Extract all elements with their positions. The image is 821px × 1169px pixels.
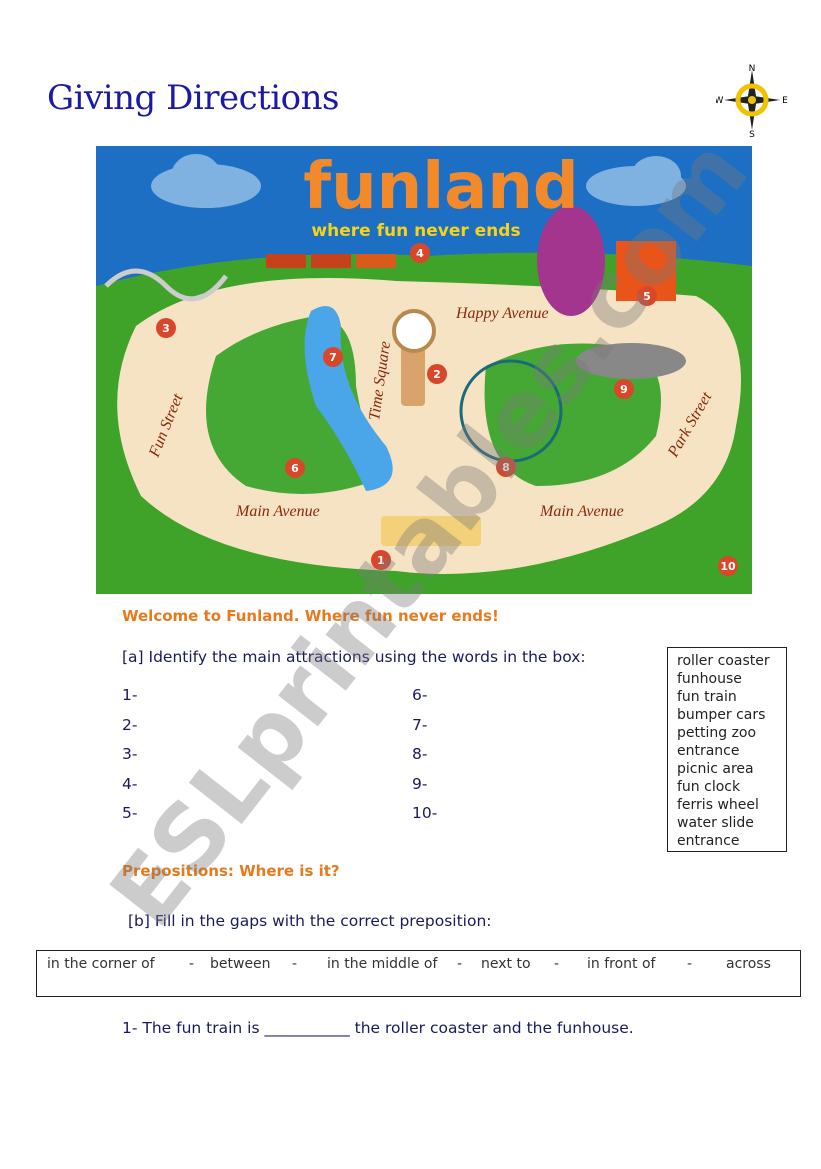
marker-9: 9 — [614, 379, 634, 399]
answer-right-4: 9- — [412, 774, 428, 793]
entrance-gate — [381, 516, 481, 546]
svg-text:2: 2 — [433, 368, 441, 381]
preposition-option: between — [210, 956, 271, 972]
svg-text:6: 6 — [291, 462, 299, 475]
answer-right-2: 7- — [412, 715, 428, 734]
answer-left-1: 1- — [122, 686, 138, 704]
marker-6: 6 — [285, 458, 305, 478]
svg-text:3: 3 — [162, 322, 170, 335]
svg-text:8: 8 — [502, 461, 510, 474]
word-box-item: water slide — [677, 815, 754, 831]
fun-train — [266, 254, 396, 268]
svg-text:1: 1 — [377, 554, 385, 567]
word-box-item: fun clock — [677, 779, 741, 795]
marker-7: 7 — [323, 347, 343, 367]
svg-text:7: 7 — [329, 351, 337, 364]
preposition-option: next to — [481, 956, 531, 972]
word-box: roller coaster funhouse fun train bumper ca… — [667, 647, 787, 852]
word-box-item: roller coaster — [677, 653, 770, 669]
preposition-box: in the corner of - between - in the middle o… — [36, 950, 801, 997]
answer-left-2: 2- — [122, 715, 138, 734]
prepositions-heading: Prepositions: Where is it? — [122, 862, 340, 880]
compass-rose-icon: N S E W — [716, 64, 788, 138]
word-box-item: entrance — [677, 743, 740, 759]
compass-n: N — [749, 64, 756, 74]
marker-10: 10 — [718, 556, 738, 576]
separator: - — [687, 956, 693, 972]
marker-3: 3 — [156, 318, 176, 338]
marker-5: 5 — [637, 286, 657, 306]
svg-text:5: 5 — [643, 290, 651, 303]
preposition-option: across — [726, 956, 771, 972]
word-box-item: petting zoo — [677, 725, 757, 741]
preposition-option: in the middle of — [327, 956, 438, 972]
compass-e: E — [782, 96, 788, 106]
page-title: Giving Directions — [47, 78, 340, 118]
answer-left-5: 5- — [122, 804, 138, 822]
compass-s: S — [749, 130, 755, 138]
compass-w: W — [716, 96, 724, 106]
word-box-item: picnic area — [677, 761, 754, 777]
marker-4: 4 — [410, 243, 430, 263]
funland-map: funland where fun never ends Fun Street … — [96, 146, 752, 594]
marker-1: 1 — [371, 550, 391, 570]
svg-text:10: 10 — [720, 560, 736, 573]
marker-8: 8 — [496, 457, 516, 477]
answer-right-3: 8- — [412, 745, 428, 763]
street-main-avenue-right: Main Avenue — [539, 503, 624, 520]
funland-logo: funland — [303, 150, 578, 224]
answer-right-5: 10- — [412, 804, 438, 822]
separator: - — [554, 956, 560, 972]
word-box-item: entrance — [677, 833, 740, 849]
answer-left-3: 3- — [122, 745, 138, 763]
word-box-item: ferris wheel — [677, 797, 759, 813]
separator: - — [457, 956, 463, 972]
svg-text:9: 9 — [620, 383, 628, 396]
street-happy-avenue: Happy Avenue — [455, 305, 549, 322]
separator: - — [189, 956, 195, 972]
preposition-option: in the corner of — [47, 956, 155, 972]
answer-right-1: 6- — [412, 686, 428, 704]
street-main-avenue-left: Main Avenue — [235, 503, 320, 520]
sentence-1: 1- The fun train is ___________ the roll… — [122, 1019, 634, 1037]
preposition-option: in front of — [587, 956, 656, 972]
word-box-item: fun train — [677, 689, 737, 705]
bumper-cars — [576, 343, 686, 379]
svg-text:4: 4 — [416, 247, 424, 260]
funland-slogan: where fun never ends — [311, 221, 520, 241]
word-box-item: funhouse — [677, 671, 742, 687]
marker-2: 2 — [427, 364, 447, 384]
separator: - — [292, 956, 298, 972]
welcome-text: Welcome to Funland. Where fun never ends… — [122, 607, 499, 625]
instruction-a: [a] Identify the main attractions using … — [122, 648, 586, 666]
answer-left-4: 4- — [122, 774, 138, 793]
word-box-item: bumper cars — [677, 707, 766, 723]
instruction-b: [b] Fill in the gaps with the correct pr… — [128, 912, 492, 930]
